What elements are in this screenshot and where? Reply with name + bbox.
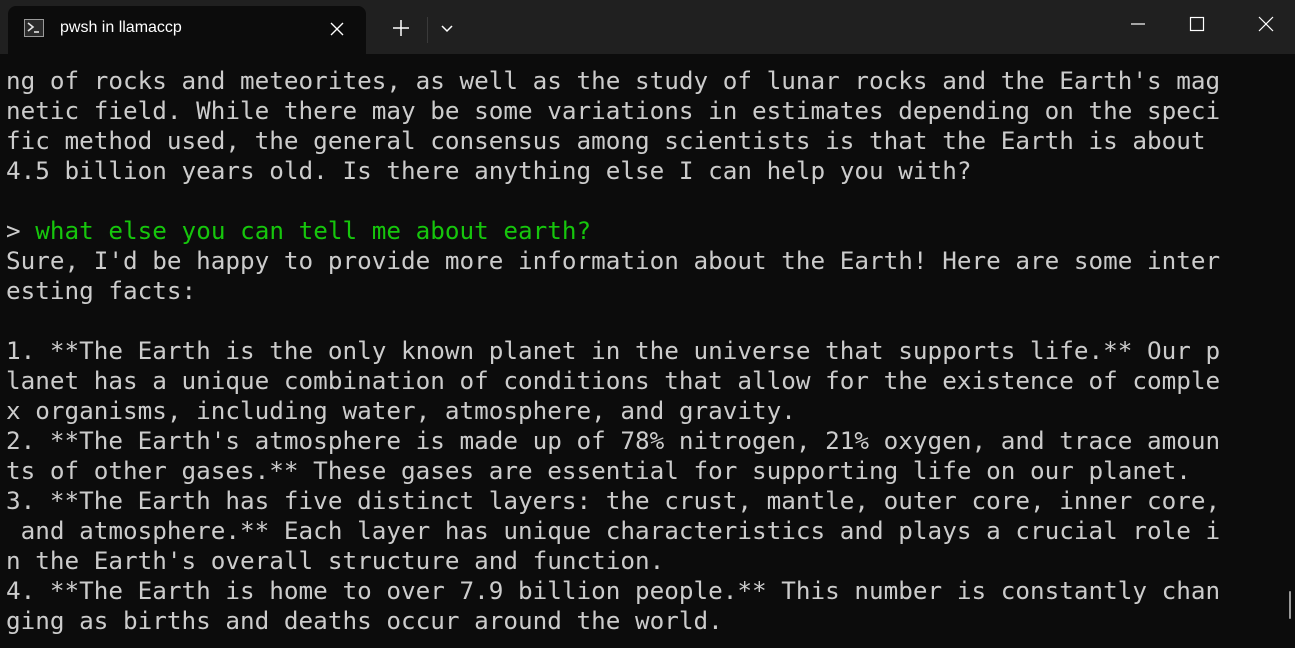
output-line: x organisms, including water, atmosphere…: [6, 396, 796, 425]
prompt-line: > what else you can tell me about earth?: [6, 216, 591, 246]
close-icon[interactable]: [1254, 12, 1278, 36]
maximize-icon[interactable]: [1185, 12, 1209, 36]
output-line: 2. **The Earth's atmosphere is made up o…: [6, 426, 1221, 455]
tab-divider: [427, 17, 428, 43]
tab-close-icon[interactable]: [326, 18, 348, 40]
output-line: esting facts:: [6, 276, 197, 305]
prompt-symbol: >: [6, 216, 21, 245]
output-line: and atmosphere.** Each layer has unique …: [6, 516, 1221, 545]
scrollbar-thumb[interactable]: [1289, 591, 1291, 619]
powershell-icon: [24, 19, 44, 37]
minimize-icon[interactable]: [1126, 12, 1150, 36]
terminal-window: pwsh in llamaccp ng of rocks and meteori…: [0, 0, 1295, 648]
output-line: 4.5 billion years old. Is there anything…: [6, 156, 972, 185]
output-line: ts of other gases.** These gases are ess…: [6, 456, 1191, 485]
dropdown-chevron-icon[interactable]: [437, 19, 457, 39]
terminal-output[interactable]: ng of rocks and meteorites, as well as t…: [0, 54, 1295, 648]
output-line: 4. **The Earth is home to over 7.9 billi…: [6, 576, 1221, 605]
output-line: ging as births and deaths occur around t…: [6, 606, 723, 635]
output-line: 3. **The Earth has five distinct layers:…: [6, 486, 1221, 515]
tab-pwsh[interactable]: pwsh in llamaccp: [8, 6, 366, 54]
new-tab-icon[interactable]: [389, 16, 413, 40]
output-line: fic method used, the general consensus a…: [6, 126, 1206, 155]
output-line: 1. **The Earth is the only known planet …: [6, 336, 1221, 365]
prompt-command: what else you can tell me about earth?: [35, 216, 592, 245]
output-line: n the Earth's overall structure and func…: [6, 546, 665, 575]
output-line: Sure, I'd be happy to provide more infor…: [6, 246, 1221, 275]
output-line: lanet has a unique combination of condit…: [6, 366, 1221, 395]
title-bar[interactable]: pwsh in llamaccp: [0, 0, 1295, 54]
output-line: netic field. While there may be some var…: [6, 96, 1221, 125]
output-line: ng of rocks and meteorites, as well as t…: [6, 66, 1221, 95]
tab-title: pwsh in llamaccp: [60, 19, 182, 36]
